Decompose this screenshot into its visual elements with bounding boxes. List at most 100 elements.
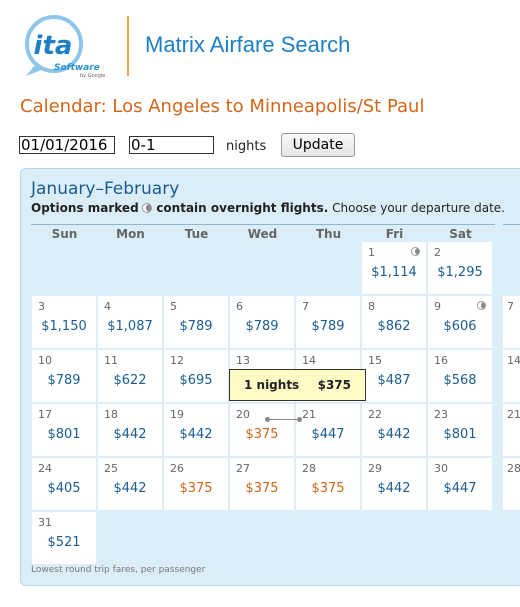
day-number: 5: [170, 300, 177, 313]
day-number: 28: [302, 462, 316, 475]
day-cell[interactable]: 11 $622: [98, 350, 162, 402]
day-cell[interactable]: 1 $1,114: [362, 242, 426, 294]
day-number: 21: [507, 408, 520, 421]
day-cell[interactable]: 12 $695: [164, 350, 228, 402]
notice-bold-text: Options marked: [31, 201, 139, 215]
day-cell[interactable]: 15 $487: [362, 350, 426, 402]
fare-price[interactable]: $375: [230, 427, 294, 442]
fare-price[interactable]: $442: [362, 427, 426, 442]
nights-label: nights: [226, 139, 267, 154]
day-cell[interactable]: 16 $568: [428, 350, 492, 402]
next-month-day-cell[interactable]: 14: [503, 350, 520, 402]
day-cell[interactable]: 19 $442: [164, 404, 228, 456]
day-cell[interactable]: 21 $447: [296, 404, 360, 456]
fare-price[interactable]: $622: [98, 373, 162, 388]
fare-price[interactable]: $789: [230, 319, 294, 334]
day-number: 8: [368, 300, 375, 313]
day-cell[interactable]: 4 $1,087: [98, 296, 162, 348]
logo-text: ita: [34, 31, 73, 61]
weekday-header: Sun Mon Tue Wed Thu Fri Sat: [31, 224, 495, 242]
departure-date-input[interactable]: [19, 136, 115, 154]
fare-price[interactable]: $1,295: [428, 265, 492, 280]
day-number: 31: [38, 516, 52, 529]
day-cell[interactable]: 2 $1,295: [428, 242, 492, 294]
day-cell[interactable]: 24 $405: [32, 458, 96, 510]
day-number: 25: [104, 462, 118, 475]
day-number: 7: [302, 300, 309, 313]
tooltip-price: $375: [317, 378, 351, 392]
day-cell[interactable]: 23 $801: [428, 404, 492, 456]
fare-price[interactable]: $1,087: [98, 319, 162, 334]
day-number: 24: [38, 462, 52, 475]
day-number: 29: [368, 462, 382, 475]
fare-price[interactable]: $375: [164, 481, 228, 496]
weekday-thu: Thu: [315, 227, 342, 241]
next-month-day-cell[interactable]: 21: [503, 404, 520, 456]
day-cell[interactable]: 10 $789: [32, 350, 96, 402]
day-cell[interactable]: 5 $789: [164, 296, 228, 348]
fare-price[interactable]: $862: [362, 319, 426, 334]
fare-price[interactable]: $375: [230, 481, 294, 496]
tooltip-nights: 1 nights: [244, 378, 300, 392]
day-cell[interactable]: 29 $442: [362, 458, 426, 510]
day-number: 13: [236, 354, 250, 367]
day-number: 27: [236, 462, 250, 475]
fare-price[interactable]: $447: [296, 427, 360, 442]
fare-price[interactable]: $442: [98, 427, 162, 442]
footer-note: Lowest round trip fares, per passenger: [31, 565, 206, 575]
fare-price[interactable]: $606: [428, 319, 492, 334]
fare-price[interactable]: $1,114: [362, 265, 426, 280]
fare-price[interactable]: $789: [32, 373, 96, 388]
update-button[interactable]: Update: [281, 133, 355, 157]
fare-price[interactable]: $375: [296, 481, 360, 496]
day-cell[interactable]: 6 $789: [230, 296, 294, 348]
day-number: 14: [302, 354, 316, 367]
next-month-day-cell[interactable]: 7: [503, 296, 520, 348]
fare-price[interactable]: $1,150: [32, 319, 96, 334]
fare-price[interactable]: $789: [296, 319, 360, 334]
day-number: 2: [434, 246, 441, 259]
day-cell[interactable]: 9 $606: [428, 296, 492, 348]
fare-price[interactable]: $568: [428, 373, 492, 388]
fare-price[interactable]: $442: [164, 427, 228, 442]
day-cell[interactable]: 20 $375: [230, 404, 294, 456]
day-cell[interactable]: 22 $442: [362, 404, 426, 456]
range-end-dot: [297, 417, 302, 422]
day-cell[interactable]: 18 $442: [98, 404, 162, 456]
fare-price[interactable]: $442: [98, 481, 162, 496]
day-cell[interactable]: 31 $521: [32, 512, 96, 564]
fare-price[interactable]: $442: [362, 481, 426, 496]
day-cell[interactable]: 8 $862: [362, 296, 426, 348]
fare-price[interactable]: $801: [32, 427, 96, 442]
fare-price[interactable]: $789: [164, 319, 228, 334]
day-number: 20: [236, 408, 250, 421]
day-cell[interactable]: 25 $442: [98, 458, 162, 510]
day-number: 16: [434, 354, 448, 367]
day-number: 21: [302, 408, 316, 421]
day-cell[interactable]: 7 $789: [296, 296, 360, 348]
day-number: 22: [368, 408, 382, 421]
fare-price[interactable]: $405: [32, 481, 96, 496]
day-cell[interactable]: 17 $801: [32, 404, 96, 456]
day-cell[interactable]: 28 $375: [296, 458, 360, 510]
nights-input[interactable]: [129, 136, 214, 154]
day-number: 12: [170, 354, 184, 367]
notice-bold-text-2: contain overnight flights.: [156, 201, 329, 215]
day-cell[interactable]: 27 $375: [230, 458, 294, 510]
notice-rest-text: Choose your departure date.: [332, 201, 505, 215]
day-number: 6: [236, 300, 243, 313]
fare-price[interactable]: $801: [428, 427, 492, 442]
day-number: 18: [104, 408, 118, 421]
day-cell[interactable]: 3 $1,150: [32, 296, 96, 348]
day-number: 19: [170, 408, 184, 421]
day-cell[interactable]: 26 $375: [164, 458, 228, 510]
next-month-header: [503, 224, 520, 242]
fare-price[interactable]: $521: [32, 535, 96, 550]
fare-price[interactable]: $447: [428, 481, 492, 496]
fare-price[interactable]: $487: [362, 373, 426, 388]
weekday-wed: Wed: [247, 227, 278, 241]
fare-price[interactable]: $695: [164, 373, 228, 388]
next-month-day-cell[interactable]: 28: [503, 458, 520, 510]
day-number: 4: [104, 300, 111, 313]
day-cell[interactable]: 30 $447: [428, 458, 492, 510]
